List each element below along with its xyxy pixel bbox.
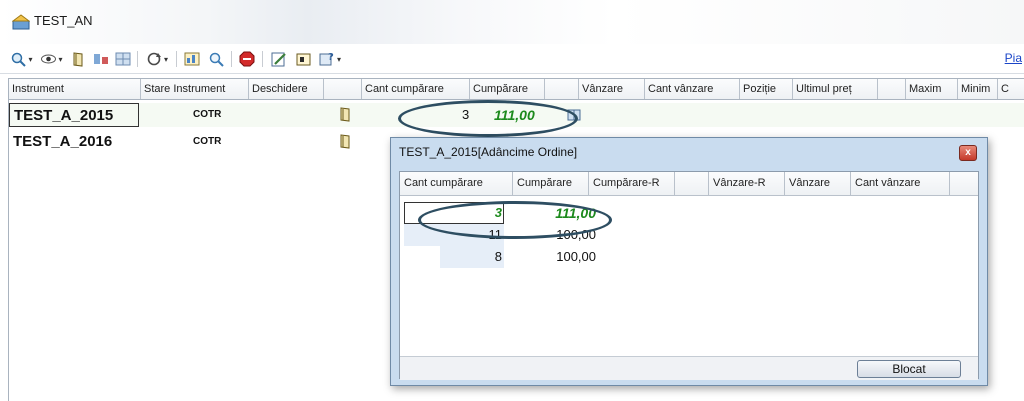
chevron-down-icon: ▾ xyxy=(336,54,341,64)
column-header[interactable]: C xyxy=(998,79,1024,99)
depth-row[interactable]: 8 100,00 xyxy=(400,246,978,268)
column-header[interactable]: Maxim xyxy=(906,79,958,99)
toolbar-separator xyxy=(231,51,232,67)
grid-header: Instrument Stare Instrument Deschidere C… xyxy=(8,78,1024,100)
column-header[interactable]: Ultimul preț xyxy=(793,79,878,99)
state-cell: COTR xyxy=(193,109,222,120)
annotation-ellipse xyxy=(398,100,578,137)
depth-price: 100,00 xyxy=(556,249,596,264)
stop-icon[interactable] xyxy=(238,50,256,68)
column-header[interactable]: Deschidere xyxy=(249,79,324,99)
window-titlebar: TEST_AN xyxy=(0,0,1024,44)
close-icon[interactable]: x xyxy=(959,145,977,161)
column-header[interactable]: Cumpărare-R xyxy=(589,172,675,195)
state-cell: COTR xyxy=(193,136,222,147)
chevron-down-icon: ▾ xyxy=(58,54,63,64)
eye-icon[interactable]: ▾ xyxy=(40,50,64,68)
column-header[interactable]: Poziție xyxy=(740,79,793,99)
column-header[interactable]: Cant cumpărare xyxy=(362,79,470,99)
column-header[interactable]: Stare Instrument xyxy=(141,79,249,99)
chart-icon[interactable] xyxy=(183,50,201,68)
chevron-down-icon: ▾ xyxy=(28,54,33,64)
depth-quantity: 8 xyxy=(494,249,502,264)
blocat-button[interactable]: Blocat xyxy=(857,360,961,378)
column-header[interactable]: Instrument xyxy=(9,79,141,99)
column-header[interactable] xyxy=(878,79,906,99)
magnifier-icon[interactable]: ▾ xyxy=(10,50,34,68)
svg-text:?: ? xyxy=(328,52,334,63)
column-header[interactable]: Vânzare xyxy=(579,79,645,99)
column-header[interactable]: Vânzare-R xyxy=(709,172,785,195)
column-header[interactable]: Vânzare xyxy=(785,172,851,195)
refresh-icon[interactable]: ▾ xyxy=(144,50,170,68)
window-title: TEST_AN xyxy=(34,13,93,28)
toolbar-link[interactable]: Pia xyxy=(1005,51,1022,65)
column-header[interactable]: Cumpărare xyxy=(470,79,545,99)
edit-icon[interactable] xyxy=(270,50,288,68)
book-icon[interactable] xyxy=(70,50,86,68)
help-icon[interactable]: ? ▾ xyxy=(318,50,342,68)
column-header[interactable]: Cant vânzare xyxy=(851,172,950,195)
toolbar: ▾ ▾ ▾ ? ▾ xyxy=(0,44,1024,74)
instrument-cell[interactable]: TEST_A_2015 xyxy=(9,103,139,127)
toolbar-separator xyxy=(262,51,263,67)
annotation-ellipse xyxy=(418,201,612,239)
toolbar-separator xyxy=(137,51,138,67)
book-icon[interactable] xyxy=(339,134,351,149)
window-icon[interactable] xyxy=(294,50,312,68)
bar-chart-icon[interactable] xyxy=(92,50,110,68)
column-header[interactable] xyxy=(545,79,579,99)
column-header[interactable] xyxy=(324,79,362,99)
column-header[interactable] xyxy=(675,172,709,195)
column-header[interactable]: Cant vânzare xyxy=(645,79,740,99)
chevron-down-icon: ▾ xyxy=(163,54,168,64)
dialog-footer: Blocat xyxy=(400,356,978,380)
dialog-title: TEST_A_2015[Adâncime Ordine] xyxy=(399,145,578,159)
book-icon[interactable] xyxy=(339,107,351,122)
order-depth-dialog: TEST_A_2015[Adâncime Ordine] x Cant cump… xyxy=(390,137,988,386)
instrument-cell[interactable]: TEST_A_2016 xyxy=(9,130,112,154)
app-icon xyxy=(12,14,30,30)
toolbar-separator xyxy=(176,51,177,67)
zoom-icon[interactable] xyxy=(207,50,225,68)
column-header[interactable]: Cumpărare xyxy=(513,172,589,195)
grid-icon[interactable] xyxy=(114,50,132,68)
depth-table-header: Cant cumpărare Cumpărare Cumpărare-R Vân… xyxy=(400,172,978,196)
column-header[interactable]: Cant cumpărare xyxy=(400,172,513,195)
column-header[interactable]: Minim xyxy=(958,79,998,99)
